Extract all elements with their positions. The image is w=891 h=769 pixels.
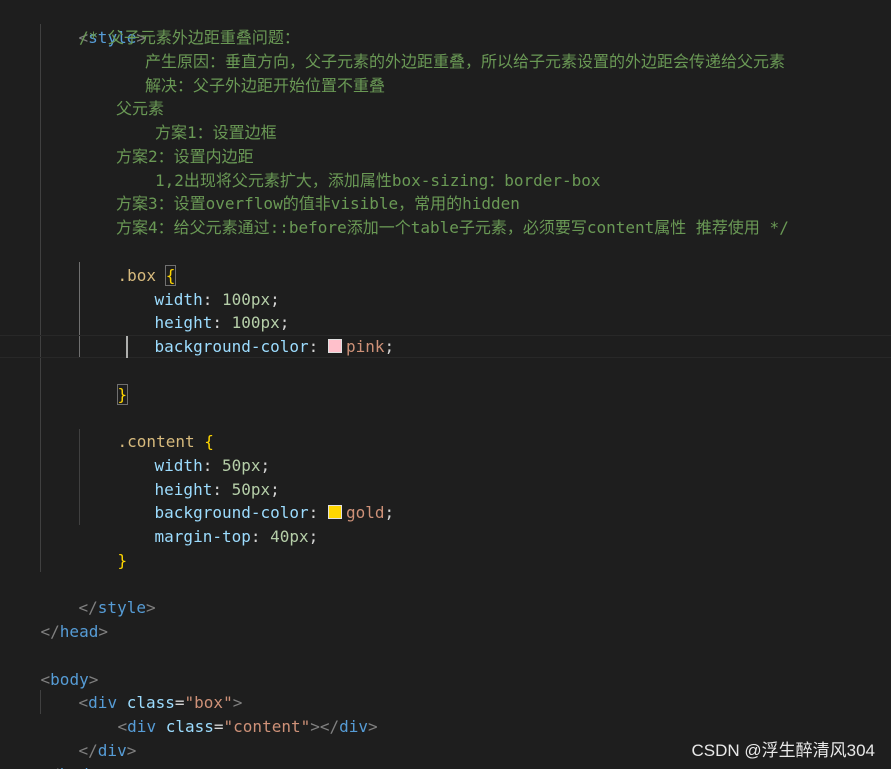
comment-line: 方案2：设置内边距 — [116, 147, 254, 166]
div-close-tag-name: div — [339, 716, 369, 736]
code-line: height: 50px; — [154, 479, 280, 499]
code-line: </head> — [40, 621, 108, 641]
comment-line: 方案3：设置overflow的值非visible，常用的hidden — [116, 194, 520, 213]
code-line: background-color: pink; — [154, 336, 395, 356]
code-line: width: 50px; — [154, 455, 271, 475]
code-line: <style> — [40, 2, 146, 47]
code-editor[interactable]: <style> /* 父子元素外边距重叠问题： 产生原因：垂直方向，父子元素的外… — [0, 0, 891, 769]
code-line: </body> — [2, 739, 108, 769]
css-property: background-color — [154, 336, 309, 356]
comment-line: 方案4：给父元素通过::before添加一个table子元素，必须要写conte… — [116, 218, 789, 237]
code-line: margin-top: 40px; — [154, 526, 319, 546]
class-value-content: "content" — [223, 716, 311, 736]
css-value: pink — [345, 336, 385, 356]
comment-line: /* 父子元素外边距重叠问题： — [79, 28, 300, 47]
code-line: <body> — [40, 669, 99, 689]
code-line: </style> — [78, 597, 156, 617]
comment-line: 产生原因：垂直方向，父子元素的外边距重叠，所以给子元素设置的外边距会传递给父元素 — [145, 52, 786, 71]
csdn-watermark: CSDN @浮生醉清风304 — [691, 741, 875, 760]
comment-line: 1,2出现将父元素扩大，添加属性box-sizing：border-box — [155, 171, 601, 190]
class-attribute: class — [165, 716, 214, 736]
code-line: .box { — [79, 240, 177, 286]
head-close-tag-name: head — [59, 621, 99, 641]
css-property: margin-top — [154, 526, 251, 546]
pink-color-swatch[interactable] — [327, 338, 342, 353]
close-brace: } — [116, 383, 129, 405]
code-line: <div class="box"> — [78, 692, 243, 712]
body-close-tag-name: body — [60, 765, 99, 769]
css-value: gold — [345, 502, 385, 522]
code-line: } — [79, 359, 129, 405]
code-line: } — [79, 525, 128, 570]
code-line: </div> — [78, 740, 137, 760]
indent-guide — [40, 24, 41, 572]
gold-color-swatch[interactable] — [327, 504, 342, 519]
code-line: <div class="content"></div> — [117, 716, 378, 736]
css-value: 40px — [270, 526, 309, 546]
close-brace: } — [117, 550, 128, 570]
code-line: width: 100px; — [154, 289, 280, 309]
comment-line: 解决：父子外边距开始位置不重叠 — [145, 76, 386, 95]
comment-line: 方案1：设置边框 — [155, 123, 277, 142]
code-line: .content { — [79, 406, 214, 451]
code-line: background-color: gold; — [154, 502, 395, 522]
comment-line: 父元素 — [116, 99, 165, 118]
code-line: height: 100px; — [154, 312, 290, 332]
